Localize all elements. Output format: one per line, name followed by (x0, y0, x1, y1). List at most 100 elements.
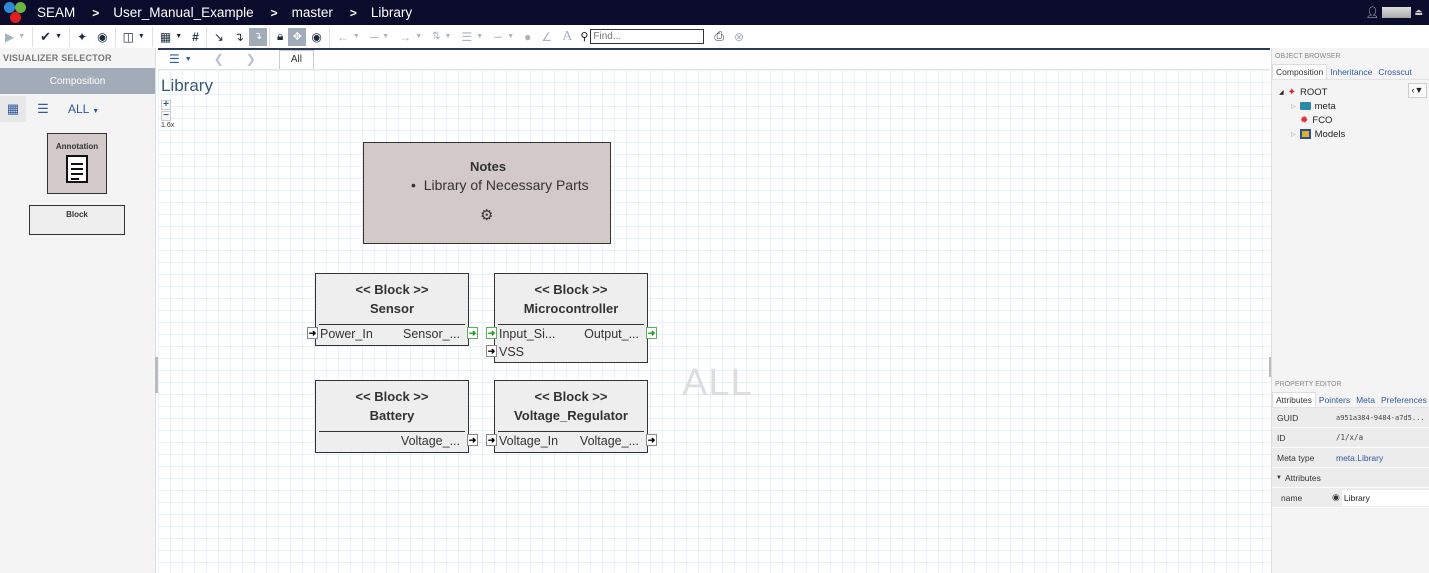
line-style-button[interactable]: ─ ▼ (365, 27, 394, 47)
arrow-end-button[interactable]: → ▼ (394, 27, 427, 47)
diagram-canvas[interactable]: Library + − 1.6x ALL Notes • Library of … (158, 70, 1270, 573)
palette-item-label: Annotation (55, 142, 99, 151)
object-browser-title: OBJECT BROWSER (1275, 53, 1341, 60)
lock-button[interactable]: 🔒︎ (272, 27, 288, 47)
output-port-icon[interactable]: ➜ (467, 327, 478, 339)
port-row: ➜ Voltage_In Voltage_... ➜ (486, 432, 657, 450)
forward-button[interactable]: ❯ (235, 49, 267, 69)
input-port-icon[interactable]: ➜ (486, 345, 497, 357)
editor-tab-bar: ☰ ▼ ❮ ❯ All (158, 48, 1270, 70)
tab-all[interactable]: All (278, 50, 314, 69)
tree-node-meta[interactable]: ▷ meta (1272, 99, 1429, 113)
filter-label: ALL (68, 102, 89, 116)
name-input[interactable]: Library (1341, 489, 1429, 506)
tab-composition[interactable]: Composition (1272, 64, 1328, 79)
curve-button[interactable]: ∽ ▼ (488, 27, 519, 47)
tab-pointers[interactable]: Pointers (1316, 393, 1353, 407)
grid-view-button[interactable]: ▦ (0, 96, 26, 122)
seam-logo[interactable] (4, 1, 30, 25)
tree-node-root[interactable]: ◢ ✦ ROOT (1272, 85, 1429, 99)
block-voltage-regulator[interactable]: << Block >> Voltage_Regulator ➜ Voltage_… (486, 380, 657, 453)
gear-icon[interactable]: ⚙ (480, 206, 493, 224)
tree-node-label: Models (1314, 128, 1346, 140)
hash-button[interactable]: # (187, 27, 204, 47)
app-name[interactable]: SEAM (37, 5, 75, 20)
list-icon: ☰ (169, 52, 180, 66)
tree-layout-button[interactable]: ↴ (248, 27, 267, 46)
tree-filter-button[interactable]: ‹▼ (1408, 83, 1427, 98)
grid-button[interactable]: ▦ ▼ (155, 27, 187, 47)
palette-item-annotation[interactable]: Annotation (47, 133, 107, 194)
reset-icon[interactable]: ◉ (1332, 492, 1340, 503)
print-button[interactable]: ⎙ (709, 27, 729, 47)
input-port-icon[interactable]: ➜ (307, 327, 318, 339)
breadcrumb-node[interactable]: Library (371, 5, 412, 20)
block-microcontroller[interactable]: << Block >> Microcontroller ➜ Input_Si..… (486, 273, 657, 363)
columns-icon: ◫ (122, 29, 134, 44)
text-color-button[interactable]: A (557, 27, 577, 47)
property-editor: PROPERTY EDITOR Attributes Pointers Meta… (1272, 376, 1429, 508)
tree-node-models[interactable]: ▷ Models (1272, 127, 1429, 141)
breadcrumb-branch[interactable]: master (292, 5, 333, 20)
close-circle-button[interactable]: ⊗ (729, 27, 749, 47)
border-color-button[interactable]: ∠ (536, 27, 557, 47)
marker-button[interactable]: ◉ (92, 27, 112, 47)
line-weight-button[interactable]: ☰ ▼ (456, 27, 488, 47)
input-port-icon[interactable]: ➜ (486, 327, 497, 339)
zoom-out-button[interactable]: − (161, 111, 171, 121)
eject-icon[interactable]: ⏏ (1414, 7, 1423, 18)
palette-item-block[interactable]: Block (29, 205, 125, 235)
object-tree: ‹▼ ◢ ✦ ROOT ▷ meta ✹ FCO ▷ Models (1272, 80, 1429, 141)
filter-dropdown[interactable]: ALL ▼ (68, 102, 99, 116)
tree-node-fco[interactable]: ✹ FCO (1272, 113, 1429, 127)
tab-meta[interactable]: Meta (1353, 393, 1378, 407)
fill-color-button[interactable]: ● (519, 27, 536, 47)
block-battery[interactable]: << Block >> Battery Voltage_... ➜ (315, 380, 478, 453)
block-sensor[interactable]: << Block >> Sensor ➜ Power_In Sensor_...… (307, 273, 478, 346)
find-input[interactable] (590, 29, 705, 44)
visualizer-composition[interactable]: Composition (0, 68, 155, 94)
crosshair-button[interactable]: ✦ (72, 27, 92, 47)
arrow-right-icon: → (399, 29, 412, 44)
block-name: Voltage_Regulator (514, 408, 628, 423)
output-port-icon[interactable]: ➜ (646, 327, 657, 339)
output-port-icon[interactable]: ➜ (467, 434, 478, 446)
zoom-controls: + − 1.6x (161, 100, 174, 129)
play-button[interactable]: ▶ ▼ (0, 27, 30, 47)
input-port-icon[interactable]: ➜ (486, 434, 497, 446)
tab-attributes[interactable]: Attributes (1272, 392, 1316, 407)
output-port-icon[interactable]: ➜ (646, 434, 657, 446)
crosshair-icon: ✦ (77, 29, 88, 44)
property-key: ID (1277, 432, 1286, 443)
visibility-button[interactable]: ◉ (306, 27, 326, 47)
breadcrumb-project[interactable]: User_Manual_Example (113, 5, 253, 20)
property-key: GUID (1277, 412, 1299, 423)
collapsed-icon[interactable]: ▷ (1291, 131, 1296, 138)
check-button[interactable]: ✔ ▼ (35, 27, 67, 47)
line-icon: ─ (369, 29, 379, 44)
annotation-notes[interactable]: Notes • Library of Necessary Parts ⚙ (363, 142, 611, 244)
font-icon: A (562, 28, 573, 44)
columns-button[interactable]: ◫ ▼ (118, 27, 150, 47)
view-options: ▦ ☰ ALL ▼ (0, 96, 155, 122)
aspect-menu-button[interactable]: ☰ ▼ (158, 49, 203, 69)
bent-connection-button[interactable]: ↴ (229, 27, 249, 47)
tab-inheritance[interactable]: Inheritance (1327, 65, 1375, 79)
attributes-section-header[interactable]: ▼ Attributes (1272, 468, 1429, 488)
move-button[interactable]: ✥ (288, 27, 307, 46)
user-menu[interactable]: 👤︎ ⏏ (1366, 6, 1423, 19)
document-icon (66, 155, 88, 183)
sliders-button[interactable]: ⇅ ▼ (427, 27, 456, 47)
port-label: Power_In (320, 327, 373, 341)
back-button[interactable]: ❮ (203, 49, 235, 69)
folder-icon (1299, 102, 1311, 110)
zoom-in-button[interactable]: + (161, 100, 171, 110)
tab-crosscut[interactable]: Crosscut (1375, 65, 1415, 79)
list-view-button[interactable]: ☰ (30, 96, 56, 122)
meta-type-link[interactable]: meta.Library (1336, 453, 1383, 463)
expand-icon[interactable]: ◢ (1279, 89, 1284, 96)
straight-connection-button[interactable]: ↘ (209, 27, 229, 47)
collapsed-icon[interactable]: ▷ (1291, 103, 1296, 110)
tab-preferences[interactable]: Preferences (1378, 393, 1429, 407)
arrow-start-button[interactable]: ← ▼ (332, 27, 365, 47)
